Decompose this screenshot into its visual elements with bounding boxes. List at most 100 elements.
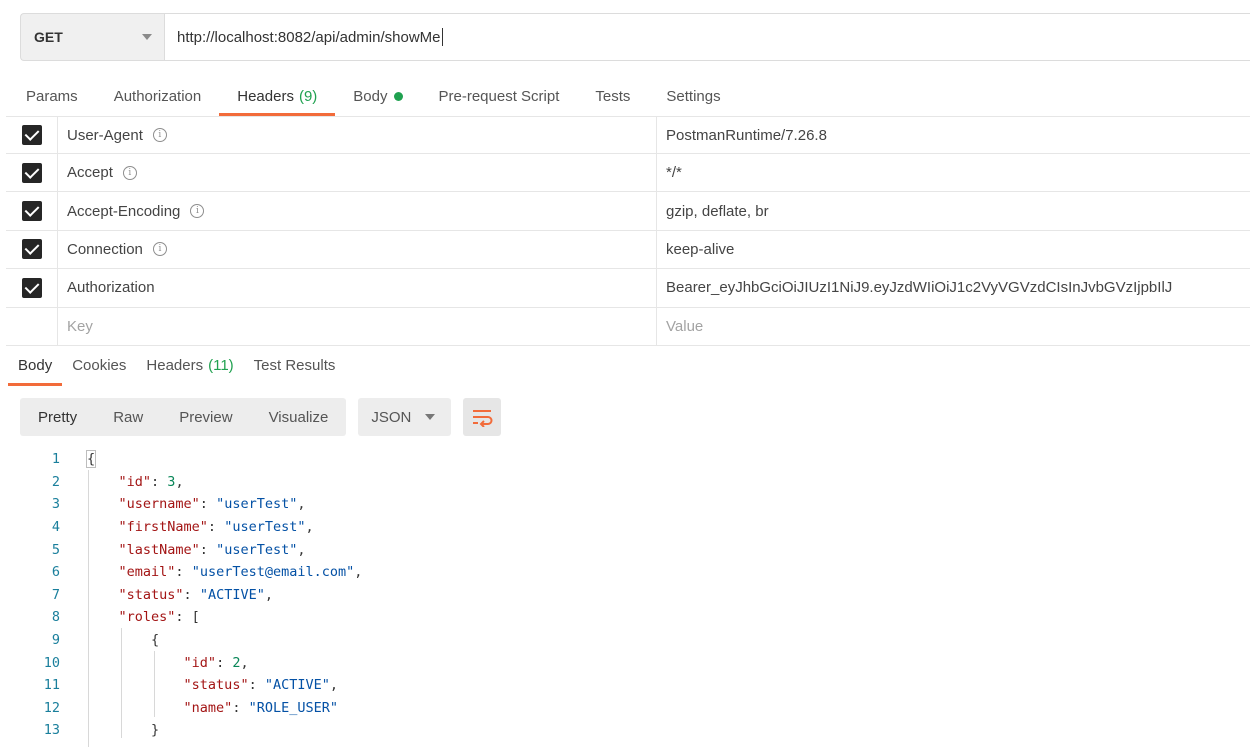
status-dot-icon	[393, 91, 403, 101]
header-key-text: User-Agent	[67, 126, 143, 144]
header-value[interactable]: gzip, deflate, br	[657, 192, 1250, 229]
header-checkbox-cell	[6, 154, 58, 192]
view-preview-button[interactable]: Preview	[161, 398, 250, 436]
header-key[interactable]: Accept-Encoding i	[58, 192, 657, 230]
code-line: 12 "name": "ROLE_USER"	[0, 697, 1250, 720]
line-number: 12	[43, 699, 60, 716]
header-checkbox-cell	[6, 230, 58, 269]
tab-label: Body	[353, 87, 388, 105]
tab-params[interactable]: Params	[8, 77, 96, 115]
wrap-lines-button[interactable]	[463, 398, 502, 436]
header-row: Connection i keep-alive	[6, 230, 1250, 270]
code-text: "firstName": "userTest",	[118, 519, 314, 536]
header-value[interactable]: */*	[657, 154, 1250, 191]
code-line: 5 "lastName": "userTest",	[0, 538, 1250, 561]
tab-cookies[interactable]: Cookies	[62, 346, 136, 385]
header-key-text: Connection	[67, 240, 143, 258]
header-key[interactable]: Connection i	[58, 230, 657, 269]
code-text: "status": "ACTIVE",	[118, 586, 273, 603]
tab-label: Pre-request Script	[438, 87, 560, 105]
view-visualize-button[interactable]: Visualize	[251, 398, 347, 436]
header-row: User-Agent i PostmanRuntime/7.26.8	[6, 117, 1250, 154]
code-line: 13 }	[0, 719, 1250, 742]
header-checkbox-cell	[6, 117, 58, 153]
tab-pre-request-script[interactable]: Pre-request Script	[421, 77, 578, 115]
code-line: 8 "roles": [	[0, 606, 1250, 629]
chevron-down-icon	[425, 414, 436, 420]
url-input[interactable]: http://localhost:8082/api/admin/showMe	[164, 13, 1250, 61]
checkbox-checked-icon[interactable]	[21, 201, 42, 222]
header-row: Authorization Bearer_eyJhbGciOiJIUzI1NiJ…	[6, 269, 1250, 308]
header-key[interactable]: Accept i	[58, 154, 657, 192]
line-number: 9	[51, 632, 60, 649]
header-row: Accept-Encoding i gzip, deflate, br	[6, 192, 1250, 231]
line-number: 11	[43, 677, 60, 694]
code-text: "id": 2,	[183, 654, 249, 671]
response-body-code[interactable]: 1{ 2 "id": 3, 3 "username": "userTest", …	[0, 448, 1250, 747]
code-text: {	[86, 632, 160, 649]
header-row: Accept i */*	[6, 154, 1250, 193]
url-text: http://localhost:8082/api/admin/showMe	[177, 28, 441, 46]
request-bar: GET http://localhost:8082/api/admin/show…	[20, 13, 1250, 61]
line-number: 7	[51, 586, 60, 603]
info-icon[interactable]: i	[122, 165, 137, 180]
response-tabs: Body Cookies Headers (11) Test Results	[8, 346, 345, 386]
tab-body[interactable]: Body	[335, 77, 420, 115]
checkbox-checked-icon[interactable]	[21, 277, 42, 298]
code-text: }	[86, 722, 160, 739]
method-label: GET	[34, 29, 63, 45]
header-checkbox-cell	[6, 192, 58, 230]
tab-response-headers[interactable]: Headers (11)	[136, 346, 243, 385]
line-number: 13	[43, 722, 60, 739]
tab-label: Tests	[595, 87, 631, 105]
tab-count: (11)	[208, 357, 234, 374]
new-header-row: Key Value	[6, 307, 1250, 346]
wrap-lines-icon	[473, 410, 493, 427]
header-key-text: Accept-Encoding	[67, 202, 181, 220]
info-icon[interactable]: i	[152, 242, 167, 257]
new-value-input[interactable]: Value	[657, 308, 1250, 345]
tab-authorization[interactable]: Authorization	[96, 77, 220, 115]
code-text: "name": "ROLE_USER"	[183, 699, 338, 716]
code-text: "lastName": "userTest",	[118, 541, 306, 558]
chevron-down-icon	[142, 34, 152, 40]
tab-response-body[interactable]: Body	[8, 346, 63, 386]
code-line: 1{	[0, 448, 1250, 471]
view-mode-group: Pretty Raw Preview Visualize	[20, 398, 347, 436]
header-value[interactable]: PostmanRuntime/7.26.8	[657, 117, 1250, 153]
code-line: 9 {	[0, 629, 1250, 652]
header-key[interactable]: Authorization	[58, 269, 657, 307]
response-toolbar: Pretty Raw Preview Visualize JSON	[20, 398, 502, 436]
line-number: 4	[51, 519, 60, 536]
line-number: 1	[51, 451, 60, 468]
tab-label: Params	[26, 87, 78, 105]
view-pretty-button[interactable]: Pretty	[20, 398, 95, 436]
method-select[interactable]: GET	[20, 13, 164, 61]
line-number: 8	[51, 609, 60, 626]
header-key[interactable]: User-Agent i	[58, 117, 657, 153]
new-key-input[interactable]: Key	[58, 307, 657, 345]
view-raw-button[interactable]: Raw	[95, 398, 161, 436]
line-number: 2	[51, 473, 60, 490]
code-line: 11 "status": "ACTIVE",	[0, 674, 1250, 697]
tab-headers[interactable]: Headers (9)	[219, 77, 336, 116]
info-icon[interactable]: i	[190, 204, 205, 219]
line-number: 3	[51, 496, 60, 513]
info-icon[interactable]: i	[152, 128, 167, 142]
checkbox-checked-icon[interactable]	[21, 125, 42, 145]
code-line: 7 "status": "ACTIVE",	[0, 584, 1250, 607]
header-value[interactable]: Bearer_eyJhbGciOiJIUzI1NiJ9.eyJzdWIiOiJ1…	[657, 269, 1250, 306]
header-key-text: Accept	[67, 164, 113, 182]
checkbox-checked-icon[interactable]	[21, 162, 42, 183]
line-number: 6	[51, 564, 60, 581]
tab-test-results[interactable]: Test Results	[244, 346, 346, 385]
checkbox-checked-icon[interactable]	[21, 239, 42, 260]
tab-tests[interactable]: Tests	[577, 77, 648, 115]
format-label: JSON	[371, 408, 412, 426]
header-value[interactable]: keep-alive	[657, 231, 1250, 268]
tab-settings[interactable]: Settings	[648, 77, 738, 115]
tab-count: (9)	[298, 87, 318, 105]
text-cursor	[441, 28, 443, 46]
format-select[interactable]: JSON	[358, 398, 452, 436]
code-line: 2 "id": 3,	[0, 471, 1250, 494]
